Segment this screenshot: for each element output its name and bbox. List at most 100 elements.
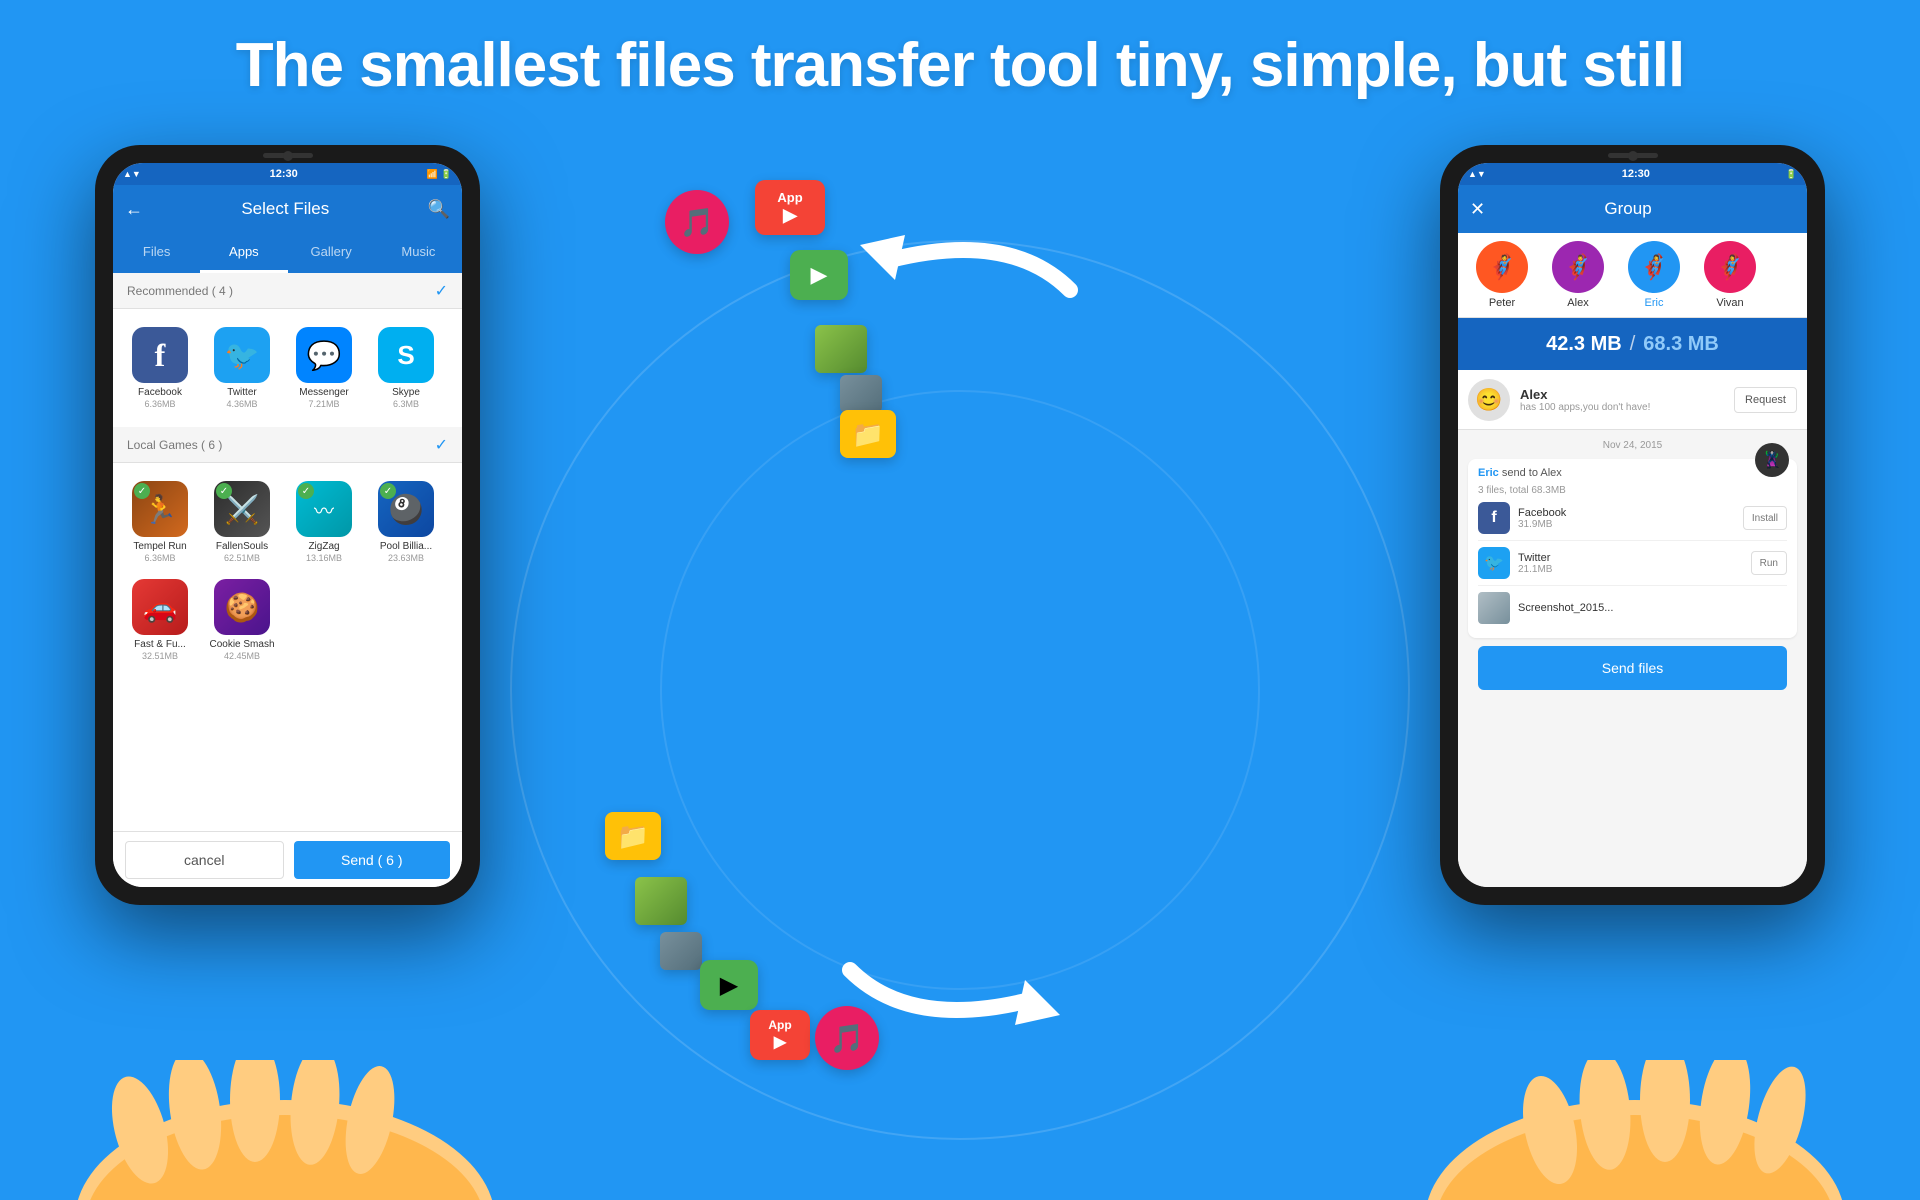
eric-sender-name: Eric [1478,467,1499,479]
pool-size: 23.63MB [388,553,424,563]
screenshot-file-info: Screenshot_2015... [1518,602,1787,614]
right-status-bar: ▲▼ 12:30 🔋 [1458,163,1807,185]
contacts-row: 🦸 Peter 🦸‍♂️ Alex 🦸‍♀️ E [1458,233,1807,318]
transfer-bar: 42.3 MB / 68.3 MB [1458,318,1807,370]
app-pool[interactable]: ✓ 🎱 Pool Billia... 23.63MB [367,475,445,569]
phone-left-camera [283,151,293,161]
contact-alex[interactable]: 🦸‍♂️ Alex [1542,241,1614,309]
twitter-file-name: Twitter [1518,552,1743,564]
facebook-name: Facebook [138,387,182,399]
search-icon[interactable]: 🔍 [428,199,450,220]
left-status-icons: ▲▼ [123,169,141,179]
alex-request-avatar: 😊 [1468,379,1510,421]
float-photo-top1 [815,325,867,373]
group-title: Group [1495,199,1761,219]
cookie-name: Cookie Smash [209,639,274,651]
peter-name: Peter [1489,297,1515,309]
tab-files[interactable]: Files [113,233,200,273]
float-folder-icon-bottom: 📁 [605,812,661,860]
alex-row-name: Alex [1520,387,1724,402]
contact-vivan[interactable]: 🦸‍♀️ Vivan [1694,241,1766,309]
phone-right: ▲▼ 12:30 🔋 ✕ Group 🦸 Peter [1440,145,1825,905]
float-video-icon-top: ▶ [790,250,848,300]
phone-left-screen: ▲▼ 12:30 📶 🔋 ← Select Files 🔍 Files [113,163,462,887]
back-icon[interactable]: ← [125,199,143,220]
chat-area: Nov 24, 2015 🦹 Eric send to Alex 3 files… [1458,430,1807,887]
facebook-file-icon: f [1478,502,1510,534]
temple-icon-box: ✓ 🏃 [132,481,188,537]
recommended-grid: f Facebook 6.36MB 🐦 Twitter 4.36MB [113,309,462,427]
left-app-bar: ← Select Files 🔍 [113,185,462,233]
messenger-icon-box: 💬 [296,327,352,383]
app-temple-run[interactable]: ✓ 🏃 Tempel Run 6.36MB [121,475,199,569]
fast-icon-box: 🚗 [132,579,188,635]
zigzag-icon-box: ✓ 〰 [296,481,352,537]
app-zigzag[interactable]: ✓ 〰 ZigZag 13.16MB [285,475,363,569]
transfer-received: 42.3 MB [1546,333,1622,356]
float-video-icon-bottom: ▶ [700,960,758,1010]
zigzag-name: ZigZag [308,541,339,553]
request-button[interactable]: Request [1734,387,1797,413]
recommend-check-all[interactable]: ✓ [435,281,448,301]
cancel-button[interactable]: cancel [125,841,284,879]
facebook-icon-box: f [132,327,188,383]
app-fallen-souls[interactable]: ✓ ⚔️ FallenSouls 62.51MB [203,475,281,569]
games-check-all[interactable]: ✓ [435,435,448,455]
tab-music[interactable]: Music [375,233,462,273]
send-button[interactable]: Send ( 6 ) [294,841,451,879]
contact-eric[interactable]: 🦸‍♀️ Eric [1618,241,1690,309]
twitter-name: Twitter [227,387,256,399]
twitter-file-icon: 🐦 [1478,547,1510,579]
screenshot-thumb [1478,592,1510,624]
phone-left: ▲▼ 12:30 📶 🔋 ← Select Files 🔍 Files [95,145,480,905]
recommended-label: Recommended ( 4 ) [127,284,233,298]
facebook-file-name: Facebook [1518,507,1735,519]
page-title: The smallest files transfer tool tiny, s… [0,30,1920,101]
chat-date: Nov 24, 2015 [1468,440,1797,451]
vivan-name: Vivan [1716,297,1743,309]
transfer-sep: / [1630,333,1636,356]
fallen-check: ✓ [216,483,232,499]
twitter-run-button[interactable]: Run [1751,551,1787,575]
arrow-top [830,210,1090,330]
app-fast-furious[interactable]: 🚗 Fast & Fu... 32.51MB [121,573,199,667]
float-photo-bottom1 [635,877,687,925]
float-app-icon-bottom: App ▶ [750,1010,810,1060]
hand-right-svg [1410,1060,1860,1200]
left-app-title: Select Files [153,199,418,219]
vivan-avatar: 🦸‍♀️ [1704,241,1756,293]
phone-right-frame: ▲▼ 12:30 🔋 ✕ Group 🦸 Peter [1440,145,1825,905]
twitter-file-size: 21.1MB [1518,564,1743,575]
screenshot-file-name: Screenshot_2015... [1518,602,1787,614]
file-row-facebook: f Facebook 31.9MB Install [1478,496,1787,541]
hand-left-svg [60,1060,510,1200]
send-files-button[interactable]: Send files [1478,646,1787,690]
pool-name: Pool Billia... [380,541,432,553]
games-label: Local Games ( 6 ) [127,438,222,452]
eric-chat-avatar: 🦹 [1755,443,1789,477]
tab-gallery[interactable]: Gallery [288,233,375,273]
alex-row-sub: has 100 apps,you don't have! [1520,402,1724,413]
app-twitter[interactable]: 🐦 Twitter 4.36MB [203,321,281,415]
float-photo-top2 [840,375,882,413]
app-messenger[interactable]: 💬 Messenger 7.21MB [285,321,363,415]
app-skype[interactable]: S Skype 6.3MB [367,321,445,415]
fast-name: Fast & Fu... [134,639,186,651]
contact-peter[interactable]: 🦸 Peter [1466,241,1538,309]
app-cookie-smash[interactable]: 🍪 Cookie Smash 42.45MB [203,573,281,667]
skype-size: 6.3MB [393,399,419,409]
close-icon[interactable]: ✕ [1470,199,1485,220]
app-label-top: App [777,190,802,205]
message-bubble: 🦹 Eric send to Alex 3 files, total 68.3M… [1468,459,1797,638]
tab-apps[interactable]: Apps [200,233,287,273]
alex-info: Alex has 100 apps,you don't have! [1520,387,1724,413]
app-facebook[interactable]: f Facebook 6.36MB [121,321,199,415]
games-grid: ✓ 🏃 Tempel Run 6.36MB ✓ ⚔️ FallenSouls [113,463,462,679]
right-app-bar: ✕ Group [1458,185,1807,233]
hand-right-container [1410,1060,1860,1200]
cookie-size: 42.45MB [224,651,260,661]
alex-receiver-name: Alex [1540,467,1561,479]
facebook-install-button[interactable]: Install [1743,506,1787,530]
float-photo-bottom2 [660,932,702,970]
left-status-bar: ▲▼ 12:30 📶 🔋 [113,163,462,185]
